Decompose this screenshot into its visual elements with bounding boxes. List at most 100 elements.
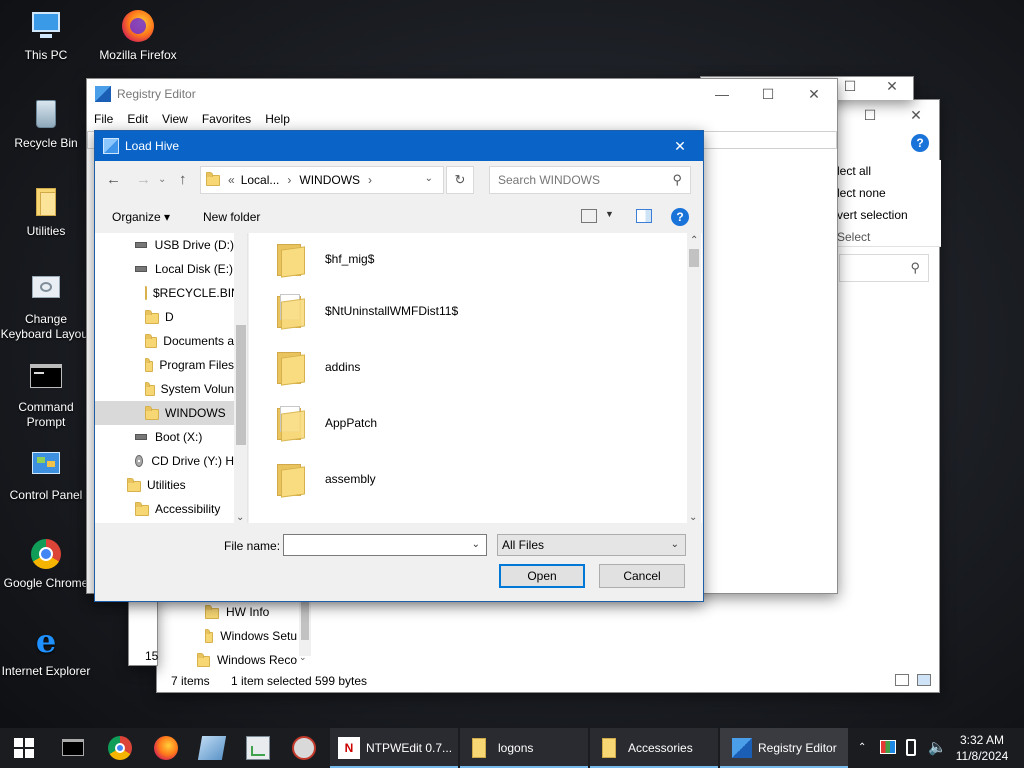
large-icons-view-icon[interactable] (917, 674, 931, 686)
desktop-icon-this-pc[interactable]: This PC (0, 8, 92, 63)
tree-scrollbar-thumb[interactable] (236, 325, 246, 445)
minimize-button[interactable]: — (699, 79, 745, 109)
refresh-button[interactable]: ↻ (446, 166, 474, 194)
file-item-apppatch[interactable]: AppPatch (277, 397, 377, 449)
show-hidden-icons-chevron-icon[interactable]: ⌃ (858, 742, 866, 753)
explorer-search-box[interactable]: ⚲ (839, 254, 929, 282)
chrome-icon[interactable] (108, 736, 132, 760)
chevron-down-icon[interactable]: ⌄ (472, 539, 480, 550)
tree-item-local-disk[interactable]: Local Disk (E:) (95, 257, 234, 281)
chevron-down-icon[interactable]: ⌄ (299, 652, 307, 663)
breadcrumb-windows[interactable]: WINDOWS (299, 173, 360, 187)
start-button[interactable] (14, 738, 34, 758)
command-prompt-icon[interactable] (62, 739, 84, 756)
taskbar-app-accessories[interactable]: Accessories (590, 728, 718, 768)
menu-favorites[interactable]: Favorites (195, 109, 258, 129)
view-options-chevron-icon[interactable]: ▼ (605, 209, 614, 219)
file-list-scrollbar[interactable]: ⌃ ⌄ (687, 233, 701, 523)
tree-item-recycle-bin-folder[interactable]: $RECYCLE.BIN (95, 281, 234, 305)
desktop-icon-recycle-bin[interactable]: Recycle Bin (0, 96, 92, 151)
chevron-up-icon[interactable]: ⌃ (690, 235, 698, 246)
details-view-icon[interactable] (895, 674, 909, 686)
breadcrumb-separator[interactable]: › (287, 173, 291, 187)
tree-item-usb-drive[interactable]: USB Drive (D:) (95, 233, 234, 257)
back-arrow-icon[interactable]: ← (106, 171, 121, 188)
desktop-icon-google-chrome[interactable]: Google Chrome (0, 536, 92, 591)
menu-edit[interactable]: Edit (120, 109, 155, 129)
display-settings-icon[interactable] (880, 740, 896, 754)
desktop-icon-internet-explorer[interactable]: e Internet Explorer (0, 624, 92, 679)
file-list-scrollbar-thumb[interactable] (689, 249, 699, 267)
new-folder-button[interactable]: New folder (203, 210, 260, 224)
cancel-button[interactable]: Cancel (599, 564, 685, 588)
tool-icon[interactable] (292, 736, 316, 760)
desktop-icon-control-panel[interactable]: Control Panel (0, 448, 92, 503)
tree-item-program-files[interactable]: Program Files (95, 353, 234, 377)
breadcrumb-local-disk[interactable]: Local... (241, 173, 280, 187)
breadcrumb-bar[interactable]: « Local... › WINDOWS › ⌄ (200, 166, 444, 194)
firefox-icon[interactable] (154, 736, 178, 760)
maximize-button[interactable]: ☐ (847, 100, 893, 130)
chevron-down-icon[interactable]: ⌄ (689, 512, 697, 523)
tree-item-system-volume[interactable]: System Volun (95, 377, 234, 401)
breadcrumb-overflow[interactable]: « (228, 173, 235, 187)
tree-item-accessibility[interactable]: Accessibility (95, 497, 234, 521)
tree-item-documents[interactable]: Documents a (95, 329, 234, 353)
system-clock[interactable]: 3:32 AM 11/8/2024 (952, 732, 1012, 764)
speaker-muted-icon[interactable]: 🔈 (928, 738, 947, 756)
close-button[interactable]: ✕ (869, 74, 915, 98)
menu-file[interactable]: File (87, 109, 120, 129)
close-button[interactable]: ✕ (791, 79, 837, 109)
up-arrow-icon[interactable]: ↑ (179, 171, 187, 188)
menu-view[interactable]: View (155, 109, 195, 129)
file-item-assembly[interactable]: assembly (277, 453, 376, 505)
file-item-addins[interactable]: addins (277, 341, 360, 393)
preview-pane-icon[interactable] (636, 209, 652, 223)
notepad-icon[interactable] (197, 736, 227, 760)
desktop-icon-firefox[interactable]: Mozilla Firefox (92, 8, 184, 63)
address-dropdown-icon[interactable]: ⌄ (425, 173, 433, 184)
help-icon[interactable]: ? (671, 208, 689, 226)
battery-icon[interactable] (906, 739, 916, 756)
taskbar-app-registry-editor[interactable]: Registry Editor (720, 728, 848, 768)
select-none-item[interactable]: lect none (837, 182, 941, 204)
tree-item-hw-info[interactable]: HW Info (205, 600, 269, 624)
explorer-window-logons[interactable]: 15 (128, 596, 158, 666)
invert-selection-item[interactable]: vert selection (837, 204, 941, 226)
file-type-select[interactable]: All Files ⌄ (497, 534, 686, 556)
close-button[interactable]: ✕ (893, 100, 939, 130)
tree-item-cd-drive[interactable]: CD Drive (Y:) H (95, 449, 234, 473)
task-manager-icon[interactable] (246, 736, 270, 760)
taskbar-app-ntpwedit[interactable]: N NTPWEdit 0.7... (330, 728, 458, 768)
tree-scrollbar[interactable] (299, 600, 311, 656)
tree-scrollbar[interactable]: ⌄ (234, 233, 247, 523)
tree-item-windows-recovery[interactable]: Windows Reco (197, 648, 297, 672)
dialog-titlebar[interactable]: Load Hive (95, 131, 703, 161)
chevron-down-icon[interactable]: ⌄ (236, 512, 244, 523)
tree-item-windows-setup[interactable]: Windows Setu (205, 624, 297, 648)
recent-locations-chevron-icon[interactable]: ⌄ (158, 174, 166, 185)
open-button[interactable]: Open (499, 564, 585, 588)
tree-item-utilities[interactable]: Utilities (95, 473, 234, 497)
menu-help[interactable]: Help (258, 109, 297, 129)
search-input[interactable]: Search WINDOWS ⚲ (489, 166, 691, 194)
desktop-icon-change-keyboard-layout[interactable]: Change Keyboard Layout (0, 272, 92, 342)
chevron-down-icon[interactable]: ⌄ (671, 539, 679, 550)
help-icon[interactable]: ? (911, 134, 929, 152)
file-item-ntuninstall[interactable]: $NtUninstallWMFDist11$ (277, 285, 458, 337)
tree-item-windows-selected[interactable]: WINDOWS (95, 401, 234, 425)
tree-item-d[interactable]: D (95, 305, 234, 329)
file-name-input[interactable]: ⌄ (283, 534, 487, 556)
close-button[interactable]: ✕ (657, 131, 703, 161)
maximize-button[interactable]: ☐ (745, 79, 791, 109)
change-view-icon[interactable] (581, 209, 597, 223)
taskbar-app-logons[interactable]: logons (460, 728, 588, 768)
forward-arrow-icon[interactable]: → (136, 171, 151, 188)
select-all-item[interactable]: lect all (837, 160, 941, 182)
file-item-hf-mig[interactable]: $hf_mig$ (277, 233, 374, 285)
desktop-icon-command-prompt[interactable]: Command Prompt (0, 360, 92, 430)
tree-item-boot[interactable]: Boot (X:) (95, 425, 234, 449)
organize-button[interactable]: Organize ▾ (112, 210, 170, 224)
breadcrumb-separator[interactable]: › (368, 173, 372, 187)
desktop-icon-utilities[interactable]: Utilities (0, 184, 92, 239)
